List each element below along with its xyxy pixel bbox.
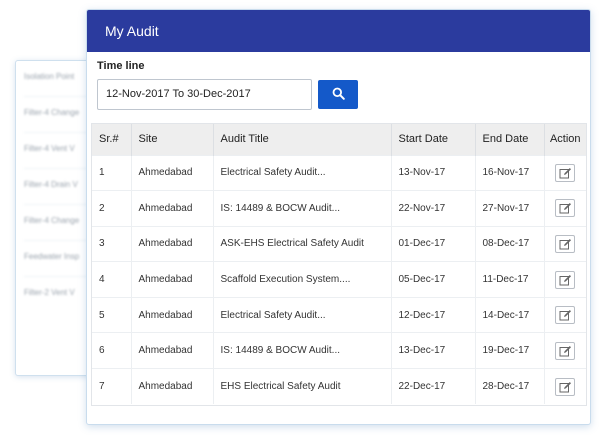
cell-start-date: 12-Dec-17	[391, 297, 476, 333]
cell-action	[544, 226, 586, 262]
cell-sr: 6	[92, 332, 132, 369]
edit-icon	[559, 203, 572, 214]
column-header-start-date: Start Date	[391, 124, 476, 155]
table-row: 2 Ahmedabad IS: 14489 & BOCW Audit... 22…	[92, 190, 586, 227]
cell-sr: 7	[92, 368, 132, 405]
cell-site: Ahmedabad	[131, 297, 214, 333]
cell-end-date: 28-Dec-17	[475, 368, 545, 405]
column-header-end-date: End Date	[475, 124, 545, 155]
cell-start-date: 13-Nov-17	[391, 155, 476, 191]
edit-icon	[559, 381, 572, 393]
table-row: 7 Ahmedabad EHS Electrical Safety Audit …	[92, 368, 586, 405]
cell-start-date: 22-Nov-17	[391, 190, 476, 227]
cell-audit-title: Electrical Safety Audit...	[213, 297, 392, 333]
cell-end-date: 14-Dec-17	[475, 297, 545, 333]
timeline-label: Time line	[97, 60, 145, 72]
edit-icon	[559, 167, 572, 179]
search-button[interactable]	[318, 80, 358, 109]
cell-start-date: 05-Dec-17	[391, 261, 476, 298]
column-header-sr: Sr.#	[92, 124, 132, 155]
search-icon	[332, 87, 345, 103]
column-header-audit-title: Audit Title	[213, 124, 392, 155]
cell-sr: 1	[92, 155, 132, 191]
cell-action	[544, 333, 586, 369]
cell-sr: 5	[92, 297, 132, 333]
cell-action	[544, 369, 586, 405]
page-title: My Audit	[87, 10, 590, 52]
cell-end-date: 19-Dec-17	[475, 332, 545, 369]
edit-icon	[559, 238, 572, 250]
cell-audit-title: IS: 14489 & BOCW Audit...	[213, 190, 392, 227]
cell-action	[544, 297, 586, 333]
table-header-row: Sr.# Site Audit Title Start Date End Dat…	[92, 124, 586, 155]
edit-button[interactable]	[555, 341, 576, 360]
cell-site: Ahmedabad	[131, 332, 214, 369]
cell-sr: 3	[92, 226, 132, 262]
cell-start-date: 22-Dec-17	[391, 368, 476, 405]
table-row: 3 Ahmedabad ASK-EHS Electrical Safety Au…	[92, 226, 586, 262]
cell-site: Ahmedabad	[131, 190, 214, 227]
table-row: 6 Ahmedabad IS: 14489 & BOCW Audit... 13…	[92, 332, 586, 369]
cell-start-date: 01-Dec-17	[391, 226, 476, 262]
cell-end-date: 27-Nov-17	[475, 190, 545, 227]
cell-sr: 2	[92, 190, 132, 227]
cell-audit-title: IS: 14489 & BOCW Audit...	[213, 332, 392, 369]
cell-audit-title: ASK-EHS Electrical Safety Audit	[213, 226, 392, 262]
cell-site: Ahmedabad	[131, 261, 214, 298]
edit-icon	[559, 310, 572, 321]
cell-action	[544, 262, 586, 298]
column-header-site: Site	[131, 124, 214, 155]
edit-button[interactable]	[555, 163, 576, 182]
column-header-action: Action	[549, 133, 581, 146]
cell-action	[544, 155, 586, 191]
table-row: 5 Ahmedabad Electrical Safety Audit... 1…	[92, 297, 586, 333]
cell-audit-title: Electrical Safety Audit...	[213, 155, 392, 191]
cell-end-date: 11-Dec-17	[475, 261, 545, 298]
cell-site: Ahmedabad	[131, 155, 214, 191]
table-row: 4 Ahmedabad Scaffold Execution System...…	[92, 261, 586, 298]
cell-audit-title: Scaffold Execution System....	[213, 261, 392, 298]
edit-button[interactable]	[555, 377, 576, 396]
cell-site: Ahmedabad	[131, 226, 214, 262]
edit-icon	[559, 274, 572, 286]
my-audit-card: My Audit Time line 12-Nov-2017 To 30-Dec…	[86, 9, 591, 425]
table-row: 1 Ahmedabad Electrical Safety Audit... 1…	[92, 155, 586, 191]
cell-end-date: 08-Dec-17	[475, 226, 545, 262]
edit-button[interactable]	[555, 234, 576, 253]
cell-sr: 4	[92, 261, 132, 298]
timeline-date-range-input[interactable]: 12-Nov-2017 To 30-Dec-2017	[97, 79, 312, 110]
cell-audit-title: EHS Electrical Safety Audit	[213, 368, 392, 405]
cell-site: Ahmedabad	[131, 368, 214, 405]
edit-button[interactable]	[555, 199, 576, 218]
edit-icon	[559, 345, 572, 357]
cell-action	[544, 191, 586, 227]
edit-button[interactable]	[555, 270, 576, 289]
cell-start-date: 13-Dec-17	[391, 332, 476, 369]
edit-button[interactable]	[555, 306, 576, 325]
cell-end-date: 16-Nov-17	[475, 155, 545, 191]
audit-table: Sr.# Site Audit Title Start Date End Dat…	[91, 123, 587, 406]
